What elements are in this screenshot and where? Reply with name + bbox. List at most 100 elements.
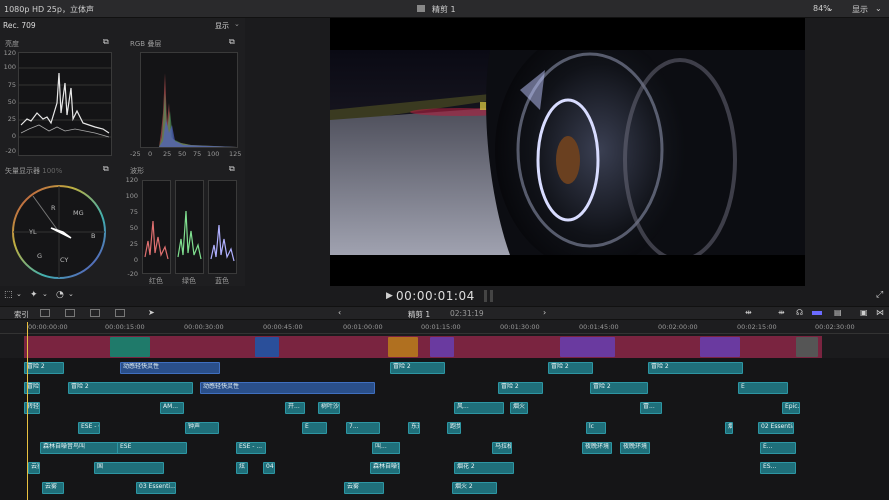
playhead[interactable] <box>27 322 28 500</box>
back-arrow-icon[interactable]: ‹ <box>338 308 341 317</box>
audio-clip[interactable]: 冒险 2 <box>590 382 648 394</box>
audio-clip[interactable]: 冒险 2 <box>648 362 743 374</box>
timeline-ruler[interactable]: 00:00:00:00 00:00:15:00 00:00:30:00 00:0… <box>0 320 889 334</box>
audio-clip[interactable]: 04 Ha... <box>263 462 275 474</box>
audio-clip[interactable]: E... <box>760 442 796 454</box>
video-clip[interactable] <box>110 337 150 357</box>
audio-clip[interactable]: 夜晚环境 <box>620 442 650 454</box>
video-viewer[interactable] <box>330 18 805 286</box>
video-clip[interactable] <box>796 337 818 357</box>
audio-clip[interactable]: 03 Essenti... <box>136 482 176 494</box>
insert-clip-icon[interactable] <box>65 309 75 317</box>
rgb-tick: -25 <box>130 150 141 158</box>
display-chevron-icon[interactable]: ⌄ <box>875 4 882 13</box>
video-frame <box>330 50 805 255</box>
audio-clip[interactable]: lc <box>586 422 606 434</box>
audio-clip[interactable]: 钟声 <box>185 422 219 434</box>
audio-clip[interactable]: 02 Essential Ri... <box>758 422 794 434</box>
audio-clip[interactable]: 冒险 2 <box>390 362 445 374</box>
speed-gauge-icon[interactable]: ◔ <box>56 290 64 300</box>
audio-clip[interactable]: 云雾 <box>28 462 40 474</box>
rgb-tick: 100 <box>207 150 220 158</box>
luma-tick: 100 <box>3 63 16 71</box>
audio-clip[interactable]: ESE - ... <box>236 442 266 454</box>
chevron-down-icon[interactable]: ⌄ <box>16 290 22 298</box>
audio-clip[interactable]: 云雾 <box>42 482 64 494</box>
transform-icon[interactable]: ⬚ <box>4 290 13 300</box>
audio-clip[interactable]: 树叶沙沙 <box>318 402 340 414</box>
solo-icon[interactable] <box>812 311 822 315</box>
forward-arrow-icon[interactable]: › <box>543 308 546 317</box>
video-clip[interactable] <box>255 337 279 357</box>
video-clip[interactable] <box>388 337 418 357</box>
audio-clip[interactable]: 7... <box>346 422 380 434</box>
timeline-project-name[interactable]: 精剪 1 <box>408 309 430 320</box>
audio-clip[interactable]: 冒险 2 <box>548 362 593 374</box>
vector-label: R <box>51 204 56 212</box>
audio-clip[interactable]: 动感轻快灵性 <box>120 362 220 374</box>
append-clip-icon[interactable] <box>90 309 100 317</box>
video-clip[interactable] <box>700 337 740 357</box>
audio-clip[interactable]: 烟火 3 <box>725 422 733 434</box>
audio-clip[interactable]: 冒... <box>640 402 662 414</box>
audio-clip[interactable]: 烟火 3 <box>510 402 528 414</box>
audio-clip[interactable]: AM... <box>160 402 184 414</box>
audio-clip[interactable]: 风... <box>454 402 504 414</box>
overwrite-clip-icon[interactable] <box>115 309 125 317</box>
ruler-label: 00:02:30:00 <box>815 323 855 331</box>
audio-clip[interactable]: ES... <box>760 462 796 474</box>
audio-clip[interactable]: Epic... <box>782 402 800 414</box>
enhance-wand-icon[interactable]: ✦ <box>30 290 38 300</box>
audio-clip[interactable]: 烟花 2 <box>454 462 514 474</box>
select-tool-icon[interactable]: ➤ <box>148 308 155 317</box>
audio-clip[interactable]: 冒险 2 <box>68 382 193 394</box>
audio-skimming-icon[interactable]: ⇻ <box>778 308 785 317</box>
ruler-label: 00:00:30:00 <box>184 323 224 331</box>
wave-tick: 120 <box>125 176 138 184</box>
headphones-icon[interactable]: ☊ <box>796 308 803 317</box>
ruler-label: 00:01:00:00 <box>343 323 383 331</box>
skimming-icon[interactable]: ⇹ <box>745 308 752 317</box>
audio-clip[interactable]: 夜晚环境 <box>582 442 612 454</box>
audio-clip[interactable]: 炫 <box>236 462 248 474</box>
audio-clip[interactable]: 跑步 <box>447 422 461 434</box>
viewer-display-menu[interactable]: 显示 <box>852 4 868 15</box>
audio-clip[interactable]: E <box>738 382 788 394</box>
audio-clip[interactable]: 云雾 <box>344 482 384 494</box>
timecode-display[interactable]: 00:00:01:04 <box>396 289 475 303</box>
audio-clip[interactable]: 东开远 <box>408 422 420 434</box>
scope-settings-icon[interactable]: ⧉ <box>103 164 109 174</box>
vectorscope-title: 矢量显示器 100% <box>5 167 63 175</box>
connect-clip-icon[interactable] <box>40 309 50 317</box>
audio-clip[interactable]: 叫... <box>372 442 400 454</box>
audio-clip[interactable]: 冒险 2 <box>24 362 64 374</box>
audio-clip[interactable]: ESE <box>117 442 187 454</box>
scope-settings-icon[interactable]: ⧉ <box>103 37 109 47</box>
vector-label: B <box>91 232 96 240</box>
zoom-chevron-icon[interactable]: ⌄ <box>827 4 834 13</box>
audio-clip[interactable]: 冒险 2 <box>498 382 543 394</box>
scope-settings-icon[interactable]: ⧉ <box>229 164 235 174</box>
transitions-browser-icon[interactable]: ⋈ <box>876 308 884 317</box>
play-icon[interactable]: ▶ <box>386 291 393 301</box>
audio-clip[interactable]: ESE - Q... <box>78 422 100 434</box>
ruler-label: 00:02:00:00 <box>658 323 698 331</box>
audio-clip[interactable]: E <box>302 422 327 434</box>
audio-clip[interactable]: 国 <box>94 462 164 474</box>
chevron-down-icon[interactable]: ⌄ <box>68 290 74 298</box>
audio-clip[interactable]: 烟火 2 <box>452 482 497 494</box>
chevron-down-icon[interactable]: ⌄ <box>42 290 48 298</box>
audio-clip[interactable]: 马拉松 <box>492 442 512 454</box>
effects-browser-icon[interactable]: ▣ <box>860 308 868 317</box>
audio-clip[interactable]: 动感轻快灵性 <box>200 382 375 394</box>
scopes-display-menu[interactable]: 显示 <box>215 21 229 31</box>
audio-clip[interactable]: 森林自噪音鸟叫 <box>370 462 400 474</box>
clip-appearance-icon[interactable]: ▤ <box>834 308 842 317</box>
fullscreen-icon[interactable]: ⤢ <box>876 290 883 300</box>
scope-settings-icon[interactable]: ⧉ <box>229 37 235 47</box>
video-clip[interactable] <box>560 337 615 357</box>
audio-clip[interactable]: 开... <box>285 402 305 414</box>
video-clip[interactable] <box>430 337 454 357</box>
scopes-chevron-icon[interactable]: ⌄ <box>234 20 240 28</box>
index-button[interactable]: 索引 <box>14 309 29 320</box>
